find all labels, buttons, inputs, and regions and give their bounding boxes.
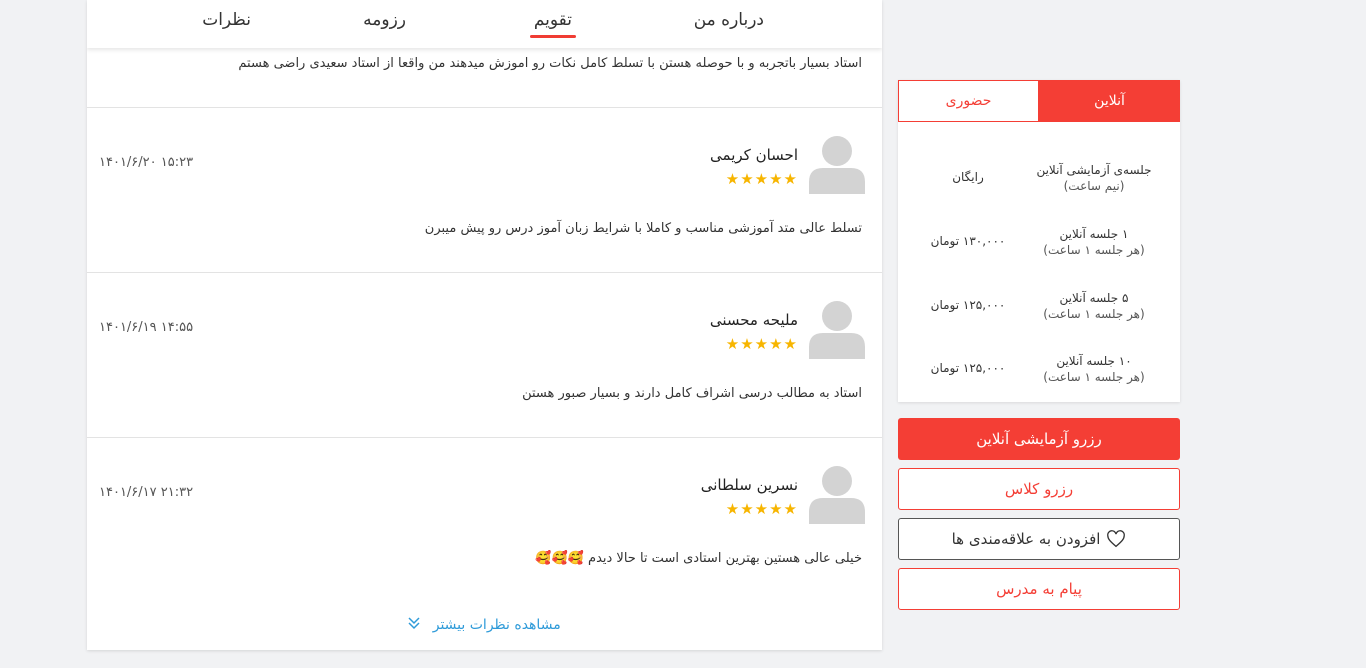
price-row: جلسه‌ی آزمایشی آنلاین (نیم ساعت) رایگان (898, 162, 1180, 202)
user-avatar-icon (809, 464, 865, 524)
session-price: ۱۲۵,۰۰۰ تومان (930, 361, 1006, 375)
review-text: تسلط عالی متد آموزشی مناسب و کاملا با شر… (424, 221, 862, 236)
session-title: ۵ جلسه آنلاین (1059, 291, 1129, 305)
tab-reviews[interactable]: نظرات (202, 10, 251, 30)
book-class-button[interactable]: رزرو کلاس (898, 468, 1180, 510)
star-rating: ★★★★★ (725, 335, 798, 353)
session-price: ۱۳۰,۰۰۰ تومان (930, 234, 1006, 248)
price-row-label: ۵ جلسه آنلاین (هر جلسه ۱ ساعت) (1032, 290, 1156, 322)
review-date: ۱۴۰۱/۶/۲۰ ۱۵:۲۳ (99, 155, 194, 170)
tab-about[interactable]: درباره من (694, 10, 764, 30)
review-item: نسرین سلطانی ★★★★★ ۱۴۰۱/۶/۱۷ ۲۱:۳۲ خیلی … (87, 438, 882, 602)
session-duration: (هر جلسه ۱ ساعت) (1043, 243, 1145, 257)
session-title: جلسه‌ی آزمایشی آنلاین (1036, 163, 1152, 177)
message-teacher-button[interactable]: پیام به مدرس (898, 568, 1180, 610)
reviewer-name: احسان کریمی (710, 146, 798, 164)
book-trial-button[interactable]: رزرو آزمایشی آنلاین (898, 418, 1180, 460)
more-reviews-label: مشاهده نظرات بیشتر (432, 617, 561, 633)
add-favorite-button[interactable]: افزودن به علاقه‌مندی ها (898, 518, 1180, 560)
session-duration: (نیم ساعت) (1063, 179, 1125, 193)
reviews-card: درباره من تقویم رزومه نظرات استاد بسیار … (87, 0, 882, 650)
more-reviews-link[interactable]: مشاهده نظرات بیشتر (87, 616, 882, 634)
user-avatar-icon (809, 299, 865, 359)
star-rating: ★★★★★ (725, 170, 798, 188)
tab-in-person[interactable]: حضوری (898, 80, 1039, 122)
review-text: خیلی عالی هستین بهترین استادی است تا حال… (535, 551, 862, 566)
pricing-card: آنلاین حضوری جلسه‌ی آزمایشی آنلاین (نیم … (898, 80, 1180, 402)
heart-icon (1106, 530, 1126, 548)
reviewer-name: نسرین سلطانی (700, 476, 798, 494)
review-date: ۱۴۰۱/۶/۱۷ ۲۱:۳۲ (99, 485, 194, 500)
add-favorite-label: افزودن به علاقه‌مندی ها (951, 530, 1101, 548)
price-row-label: ۱ جلسه آنلاین (هر جلسه ۱ ساعت) (1032, 226, 1156, 258)
review-text: استاد بسیار باتجربه و با حوصله هستن با ت… (238, 56, 862, 71)
session-title: ۱۰ جلسه آنلاین (1056, 354, 1132, 368)
tab-resume[interactable]: رزومه (363, 10, 406, 30)
review-text: استاد به مطالب درسی اشراف کامل دارند و ب… (522, 386, 862, 401)
session-duration: (هر جلسه ۱ ساعت) (1043, 307, 1145, 321)
review-item: ملیحه محسنی ★★★★★ ۱۴۰۱/۶/۱۹ ۱۴:۵۵ استاد … (87, 273, 882, 437)
star-rating: ★★★★★ (725, 500, 798, 518)
price-row-label: جلسه‌ی آزمایشی آنلاین (نیم ساعت) (1032, 162, 1156, 194)
session-duration: (هر جلسه ۱ ساعت) (1043, 370, 1145, 384)
review-date: ۱۴۰۱/۶/۱۹ ۱۴:۵۵ (99, 320, 194, 335)
user-avatar-icon (809, 134, 865, 194)
price-row-label: ۱۰ جلسه آنلاین (هر جلسه ۱ ساعت) (1032, 353, 1156, 385)
session-title: ۱ جلسه آنلاین (1059, 227, 1129, 241)
tab-calendar[interactable]: تقویم (529, 10, 577, 38)
review-item: احسان کریمی ★★★★★ ۱۴۰۱/۶/۲۰ ۱۵:۲۳ تسلط ع… (87, 108, 882, 272)
session-price: ۱۲۵,۰۰۰ تومان (930, 298, 1006, 312)
price-row: ۱۰ جلسه آنلاین (هر جلسه ۱ ساعت) ۱۲۵,۰۰۰ … (898, 353, 1180, 393)
price-row: ۱ جلسه آنلاین (هر جلسه ۱ ساعت) ۱۳۰,۰۰۰ ت… (898, 226, 1180, 266)
price-row: ۵ جلسه آنلاین (هر جلسه ۱ ساعت) ۱۲۵,۰۰۰ ت… (898, 290, 1180, 330)
tab-online[interactable]: آنلاین (1039, 80, 1180, 122)
reviewer-name: ملیحه محسنی (709, 311, 798, 329)
session-price: رایگان (952, 170, 984, 184)
chevron-double-down-icon (408, 616, 420, 634)
profile-tabs: درباره من تقویم رزومه نظرات (87, 0, 882, 48)
